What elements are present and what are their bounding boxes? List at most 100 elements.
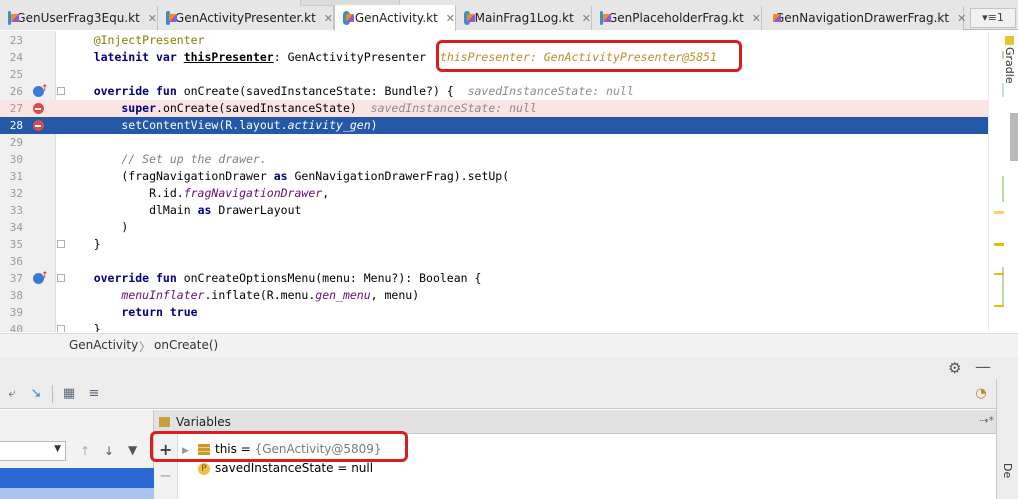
editor-scrollbar-thumb[interactable] [1010, 113, 1018, 161]
remove-watch-icon[interactable]: − [159, 466, 172, 485]
fold-icon[interactable] [57, 274, 65, 282]
tab-label: MainFrag1Log.kt [474, 11, 574, 25]
selected-frame-row[interactable] [0, 468, 154, 488]
arrow-down-icon[interactable]: ↓ [104, 444, 114, 458]
line-number[interactable]: 26 [0, 83, 23, 100]
close-icon[interactable]: ✕ [957, 12, 966, 25]
breakpoint-icon[interactable] [33, 120, 44, 131]
code-token: onCreate(savedInstanceState: Bundle?) { [183, 84, 468, 98]
line-number[interactable]: 38 [0, 287, 23, 304]
breadcrumb-method[interactable]: onCreate() [154, 338, 218, 352]
override-marker-icon[interactable] [33, 268, 49, 285]
minimize-icon[interactable]: — [975, 357, 991, 376]
filter-icon[interactable]: ▼ [128, 443, 137, 457]
code-token: menuInflater [121, 288, 205, 302]
close-icon[interactable]: ✕ [582, 12, 591, 25]
evaluate-expression-icon[interactable]: ▦ [61, 386, 77, 402]
gradle-tool-window-button[interactable]: Gradle [996, 31, 1016, 101]
code-token: lateinit var [66, 50, 184, 64]
line-number[interactable]: 33 [0, 202, 23, 219]
code-token: R.id. [66, 186, 184, 200]
line-number[interactable]: 36 [0, 253, 23, 270]
line-number[interactable]: 23 [0, 32, 23, 49]
line-number[interactable]: 32 [0, 185, 23, 202]
code-line[interactable]: 29 [0, 134, 990, 151]
code-line[interactable]: 36 [0, 253, 990, 270]
close-icon[interactable]: ✕ [324, 12, 333, 25]
code-line[interactable]: 37 override fun onCreateOptionsMenu(menu… [0, 268, 990, 287]
tab-genplaceholderfrag[interactable]: GenPlaceholderFrag.kt ✕ [592, 6, 762, 30]
code-line[interactable]: 28 setContentView(R.layout.activity_gen) [0, 117, 990, 134]
code-line[interactable]: 32 R.id.fragNavigationDrawer, [0, 185, 990, 202]
line-number[interactable]: 25 [0, 66, 23, 83]
step-out-icon[interactable]: ⤶ [4, 386, 20, 402]
fold-icon[interactable] [57, 325, 65, 332]
line-number[interactable]: 39 [0, 304, 23, 321]
line-number[interactable]: 37 [0, 270, 23, 287]
code-token: as [197, 203, 212, 217]
code-line[interactable]: 27 super.onCreate(savedInstanceState) sa… [0, 100, 990, 117]
variables-title: Variables [176, 415, 231, 429]
kotlin-file-icon [600, 11, 611, 25]
code-line[interactable]: 30 // Set up the drawer. [0, 151, 990, 168]
tab-label: GenActivity.kt [354, 11, 438, 25]
code-token: } [66, 237, 101, 251]
arrow-up-icon[interactable]: ↑ [80, 444, 90, 458]
code-token: onCreateOptionsMenu(menu: Menu?): Boolea… [183, 271, 482, 285]
frame-row[interactable] [0, 488, 154, 499]
trace-icon[interactable]: ≡ [86, 386, 102, 402]
code-line[interactable]: 39 return true [0, 304, 990, 321]
code-line[interactable]: 31 (fragNavigationDrawer as GenNavigatio… [0, 168, 990, 185]
code-line[interactable]: 35 } [0, 236, 990, 253]
close-icon[interactable]: ✕ [752, 12, 761, 25]
code-line[interactable]: 34 ) [0, 219, 990, 236]
tab-genactivitypresenter[interactable]: GenActivityPresenter.kt ✕ [158, 6, 334, 30]
code-token: dlMain [66, 203, 198, 217]
line-number[interactable]: 35 [0, 236, 23, 253]
code-token: .onCreate(savedInstanceState) [156, 101, 371, 115]
line-number[interactable]: 40 [0, 321, 23, 332]
close-icon[interactable]: ✕ [446, 12, 455, 25]
line-number[interactable]: 34 [0, 219, 23, 236]
stripe-marker[interactable] [1002, 176, 1004, 202]
fold-icon[interactable] [57, 240, 65, 248]
tab-genuserfrag3equ[interactable]: GenUserFrag3Equ.kt ✕ [0, 6, 158, 30]
breadcrumb-class[interactable]: GenActivity [69, 338, 138, 352]
tab-genactivity[interactable]: GenActivity.kt ✕ [334, 5, 456, 31]
line-number[interactable]: 30 [0, 151, 23, 168]
code-editor[interactable]: 23 @InjectPresenter 24 lateinit var thisP… [0, 31, 1018, 332]
close-icon[interactable]: ✕ [148, 12, 157, 25]
memory-view-icon[interactable]: ◔ [973, 386, 989, 402]
breakpoint-icon[interactable] [33, 103, 44, 114]
run-to-cursor-icon[interactable]: ↘ [28, 386, 44, 402]
tab-overflow-button[interactable]: ▾≡1 [970, 8, 1016, 28]
line-number[interactable]: 24 [0, 49, 23, 66]
code-line[interactable]: 40 } [0, 321, 990, 332]
line-number[interactable]: 27 [0, 100, 23, 117]
kotlin-file-icon [343, 11, 354, 25]
code-token: override fun [66, 84, 184, 98]
line-number[interactable]: 31 [0, 168, 23, 185]
code-text: super.onCreate(savedInstanceState) saved… [66, 100, 536, 117]
line-number[interactable]: 29 [0, 134, 23, 151]
thread-selector[interactable]: ▼ [0, 441, 66, 461]
stripe-marker[interactable] [994, 211, 1004, 214]
stripe-marker[interactable] [994, 273, 1004, 275]
gear-icon[interactable]: ⚙ [948, 359, 961, 377]
fold-icon[interactable] [57, 87, 65, 95]
tab-gennavigationdrawerfrag[interactable]: GenNavigationDrawerFrag.kt ✕ [762, 6, 966, 30]
code-text: return true [66, 304, 197, 321]
code-line[interactable]: 26 override fun onCreate(savedInstanceSt… [0, 81, 990, 100]
code-line[interactable]: 33 dlMain as DrawerLayout [0, 202, 990, 219]
code-token: DrawerLayout [211, 203, 302, 217]
code-text: override fun onCreateOptionsMenu(menu: M… [66, 270, 482, 287]
stripe-marker[interactable] [994, 305, 1004, 307]
line-number[interactable]: 28 [0, 117, 23, 134]
code-line[interactable]: 38 menuInflater.inflate(R.menu.gen_menu,… [0, 287, 990, 304]
debugger-side-label[interactable]: De [1001, 463, 1014, 478]
pin-icon[interactable]: ⇢* [979, 414, 994, 427]
stripe-marker[interactable] [994, 243, 1004, 246]
tab-mainfrag1log[interactable]: MainFrag1Log.kt ✕ [456, 6, 592, 30]
code-text: menuInflater.inflate(R.menu.gen_menu, me… [66, 287, 419, 304]
override-marker-icon[interactable] [33, 81, 49, 98]
